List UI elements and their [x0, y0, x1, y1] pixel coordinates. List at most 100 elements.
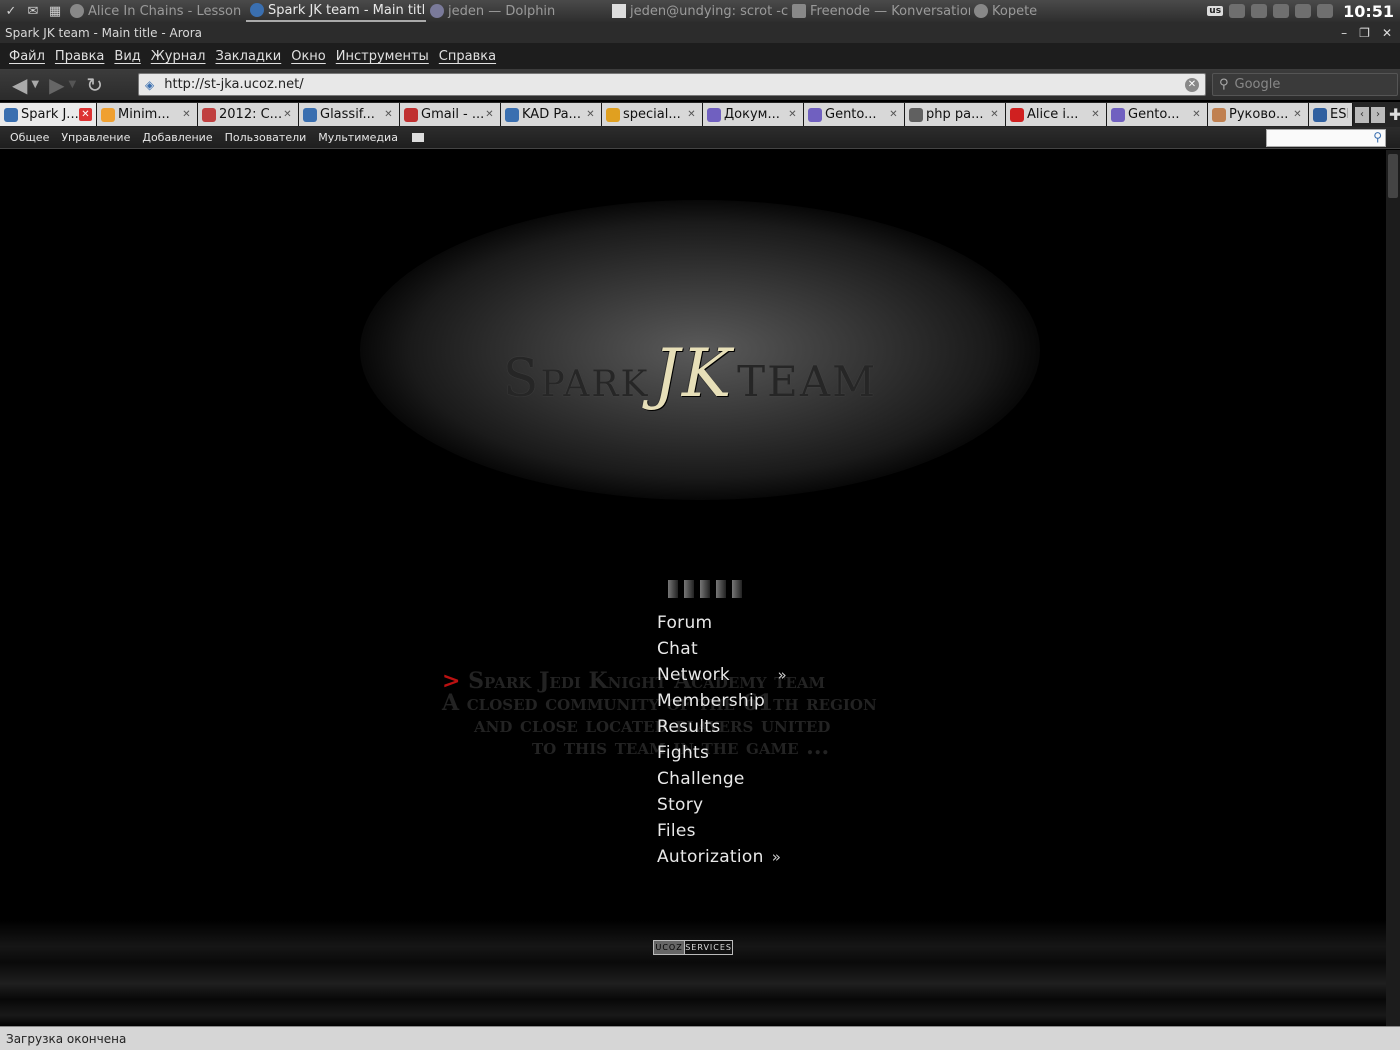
tab-close-icon[interactable]: ✕ — [382, 108, 395, 121]
tab-spark-jk[interactable]: Spark J... ✕ — [0, 103, 97, 126]
logo-jk: JK — [653, 335, 734, 412]
site-logo[interactable]: SparkJKTEAM — [440, 335, 940, 412]
reload-icon[interactable]: ↻ — [86, 73, 103, 97]
menu-link-challenge[interactable]: Challenge — [657, 766, 787, 792]
admin-add[interactable]: Добавление — [136, 131, 218, 144]
new-tab-icon[interactable]: ✚ — [1389, 105, 1400, 124]
minimize-icon[interactable]: – — [1341, 26, 1347, 40]
tab-close-icon[interactable]: ✕ — [483, 108, 496, 121]
volume-icon[interactable] — [1251, 4, 1268, 18]
page-viewport: SparkJKTEAM > Spark Jedi Knight Academy … — [0, 150, 1386, 1026]
tab-close-icon[interactable]: ✕ — [1291, 108, 1304, 121]
menu-bookmarks[interactable]: Закладки — [211, 49, 287, 64]
admin-management[interactable]: Управление — [55, 131, 136, 144]
tab-close-icon[interactable]: ✕ — [180, 108, 193, 121]
forward-arrow-icon[interactable]: ▶ — [49, 73, 64, 97]
admin-search-input[interactable]: ⚲ — [1266, 129, 1386, 147]
tab-close-icon[interactable]: ✕ — [281, 108, 294, 121]
tab-scroll-right-icon[interactable]: › — [1371, 106, 1385, 123]
tab-alice[interactable]: Alice i... ✕ — [1006, 103, 1107, 126]
tab-close-icon[interactable]: ✕ — [584, 108, 597, 121]
clear-url-icon[interactable]: ✕ — [1185, 77, 1199, 92]
tab-glassif[interactable]: Glassif... ✕ — [299, 103, 400, 126]
tab-close-icon[interactable]: ✕ — [685, 108, 698, 121]
scrollbar-thumb[interactable] — [1388, 154, 1398, 198]
page-scrollbar[interactable] — [1386, 150, 1400, 1026]
menu-link-autorization[interactable]: Autorization» — [657, 844, 787, 870]
menubar: Файл Правка Вид Журнал Закладки Окно Инс… — [0, 43, 1400, 69]
menu-tools[interactable]: Инструменты — [331, 49, 434, 64]
menu-file[interactable]: Файл — [4, 49, 50, 64]
menu-link-chat[interactable]: Chat — [657, 636, 787, 662]
maximize-icon[interactable]: ❐ — [1359, 26, 1370, 40]
address-bar[interactable]: ◈ http://st-jka.ucoz.net/ ✕ — [138, 73, 1206, 96]
clock[interactable]: 10:51 — [1343, 2, 1394, 21]
task-dolphin[interactable]: jeden — Dolphin — [426, 0, 608, 22]
menu-link-files[interactable]: Files — [657, 818, 787, 844]
mail-envelope-icon[interactable] — [411, 133, 424, 142]
web-search-input[interactable]: ⚲ Google — [1212, 73, 1398, 96]
admin-general[interactable]: Общее — [4, 131, 55, 144]
task-arora[interactable]: Spark JK team - Main title - — [246, 0, 426, 22]
tab-kad[interactable]: KAD Pa... ✕ — [501, 103, 602, 126]
admin-users[interactable]: Пользователи — [219, 131, 313, 144]
back-history-chevron-icon[interactable]: ▼ — [31, 79, 39, 90]
tab-close-icon[interactable]: ✕ — [887, 108, 900, 121]
tab-guide[interactable]: Руково... ✕ — [1208, 103, 1309, 126]
menu-history[interactable]: Журнал — [146, 49, 211, 64]
tab-gentoo-2[interactable]: Gento... ✕ — [1107, 103, 1208, 126]
task-konversation[interactable]: Freenode — Konversation — [788, 0, 970, 22]
menu-help[interactable]: Справка — [434, 49, 501, 64]
tab-scroll-left-icon[interactable]: ‹ — [1355, 106, 1369, 123]
task-terminal[interactable]: jeden@undying: scrot -cd — [608, 0, 788, 22]
menu-window[interactable]: Окно — [286, 49, 331, 64]
menu-view[interactable]: Вид — [109, 49, 145, 64]
tab-gentoo-1[interactable]: Gento... ✕ — [804, 103, 905, 126]
task-kopete[interactable]: Kopete — [970, 0, 1060, 22]
menu-link-membership[interactable]: Membership — [657, 688, 787, 714]
taskbar: ✓ ✉ ▦ Alice In Chains - Lesson Le Spark … — [0, 0, 1400, 22]
menu-link-results[interactable]: Results — [657, 714, 787, 740]
back-arrow-icon[interactable]: ◀ — [12, 73, 27, 97]
tab-close-icon[interactable]: ✕ — [988, 108, 1001, 121]
tab-gmail[interactable]: Gmail - ... ✕ — [400, 103, 501, 126]
task-alice-in-chains[interactable]: Alice In Chains - Lesson Le — [66, 0, 246, 22]
tab-favicon-icon — [4, 107, 18, 122]
tab-php[interactable]: php pa... ✕ — [905, 103, 1006, 126]
status-bar: Загрузка окончена — [0, 1026, 1400, 1050]
tab-favicon-icon — [202, 107, 216, 122]
mail-icon[interactable]: ✉ — [22, 0, 44, 22]
keyboard-layout-indicator[interactable]: us — [1207, 6, 1224, 16]
tab-close-icon[interactable]: ✕ — [786, 108, 799, 121]
network-icon[interactable] — [1229, 4, 1246, 18]
tab-special[interactable]: special... ✕ — [602, 103, 703, 126]
menu-link-story[interactable]: Story — [657, 792, 787, 818]
desktop-pager-icon[interactable]: ▦ — [44, 0, 66, 22]
close-icon[interactable]: ✕ — [1382, 26, 1392, 40]
tab-2012[interactable]: 2012: C... ✕ — [198, 103, 299, 126]
menu-link-forum[interactable]: Forum — [657, 610, 787, 636]
tab-favicon-icon — [101, 107, 115, 122]
submenu-arrow-icon: » — [777, 666, 787, 684]
power-icon[interactable] — [1317, 4, 1334, 18]
app-menu-icon[interactable]: ✓ — [0, 0, 22, 22]
menu-edit[interactable]: Правка — [50, 49, 109, 64]
tab-close-icon[interactable]: ✕ — [1190, 108, 1203, 121]
tab-minim[interactable]: Minim... ✕ — [97, 103, 198, 126]
tab-favicon-icon — [1212, 107, 1226, 122]
tab-close-icon[interactable]: ✕ — [79, 108, 92, 121]
system-tray: us 10:51 — [1207, 2, 1400, 21]
menu-link-fights[interactable]: Fights — [657, 740, 787, 766]
window-titlebar: Spark JK team - Main title - Arora – ❐ ✕ — [0, 22, 1400, 43]
ucoz-services-badge[interactable]: UCOZ SERVICES — [653, 940, 733, 955]
notifications-icon[interactable] — [1273, 4, 1290, 18]
admin-multimedia[interactable]: Мультимедиа — [312, 131, 404, 144]
tab-docs[interactable]: Докум... ✕ — [703, 103, 804, 126]
updates-icon[interactable] — [1295, 4, 1312, 18]
forward-history-chevron-icon[interactable]: ▼ — [68, 79, 76, 90]
tab-close-icon[interactable]: ✕ — [1089, 108, 1102, 121]
menu-link-network[interactable]: Network» — [657, 662, 787, 688]
tab-esl[interactable]: ESL — [1309, 103, 1353, 126]
tab-favicon-icon — [505, 107, 519, 122]
search-icon[interactable]: ⚲ — [1373, 130, 1382, 144]
